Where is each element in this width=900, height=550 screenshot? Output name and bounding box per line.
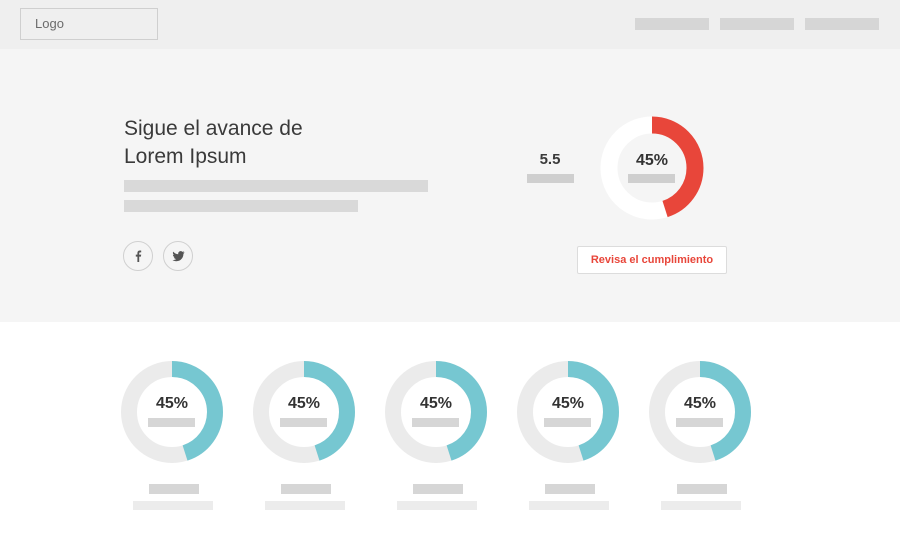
card-subtitle-placeholder — [661, 501, 741, 510]
progress-caption-placeholder — [148, 418, 195, 427]
text-placeholder-1 — [124, 180, 428, 192]
progress-card[interactable]: 45% — [252, 360, 356, 520]
progress-caption-placeholder — [676, 418, 723, 427]
card-title-placeholder — [149, 484, 199, 494]
hero-section: Sigue el avance de Lorem Ipsum 5.5 45% R… — [0, 49, 900, 322]
twitter-icon — [172, 251, 184, 262]
twitter-button[interactable] — [163, 241, 193, 271]
main-progress-ring: 45% — [600, 116, 704, 220]
facebook-button[interactable] — [123, 241, 153, 271]
nav-item-2[interactable] — [720, 18, 794, 30]
check-compliance-button[interactable]: Revisa el cumplimiento — [577, 246, 727, 274]
card-subtitle-placeholder — [529, 501, 609, 510]
progress-caption-placeholder — [544, 418, 591, 427]
progress-label: 45% — [155, 395, 189, 412]
card-subtitle-placeholder — [397, 501, 477, 510]
progress-caption-placeholder — [412, 418, 459, 427]
progress-caption-placeholder — [280, 418, 327, 427]
progress-ring: 45% — [516, 360, 620, 464]
nav-item-1[interactable] — [635, 18, 709, 30]
main-progress-label: 45% — [635, 152, 669, 169]
text-placeholder-2 — [124, 200, 358, 212]
card-title-placeholder — [413, 484, 463, 494]
progress-ring: 45% — [648, 360, 752, 464]
progress-card[interactable]: 45% — [648, 360, 752, 520]
card-subtitle-placeholder — [265, 501, 345, 510]
facebook-icon — [135, 250, 142, 262]
card-title-placeholder — [677, 484, 727, 494]
progress-ring: 45% — [252, 360, 356, 464]
main-progress-caption-placeholder — [628, 174, 675, 183]
progress-ring: 45% — [384, 360, 488, 464]
stat-caption-placeholder — [527, 174, 574, 183]
progress-card[interactable]: 45% — [384, 360, 488, 520]
progress-ring: 45% — [120, 360, 224, 464]
progress-label: 45% — [683, 395, 717, 412]
progress-label: 45% — [287, 395, 321, 412]
progress-card[interactable]: 45% — [516, 360, 620, 520]
card-title-placeholder — [281, 484, 331, 494]
nav-item-3[interactable] — [805, 18, 879, 30]
hero-title: Sigue el avance de Lorem Ipsum — [124, 117, 303, 168]
progress-label: 45% — [419, 395, 453, 412]
progress-label: 45% — [551, 395, 585, 412]
top-bar: Logo — [0, 0, 900, 49]
card-title-placeholder — [545, 484, 595, 494]
card-subtitle-placeholder — [133, 501, 213, 510]
stat-value: 5.5 — [539, 151, 561, 168]
progress-card[interactable]: 45% — [120, 360, 224, 520]
logo[interactable]: Logo — [20, 8, 158, 40]
